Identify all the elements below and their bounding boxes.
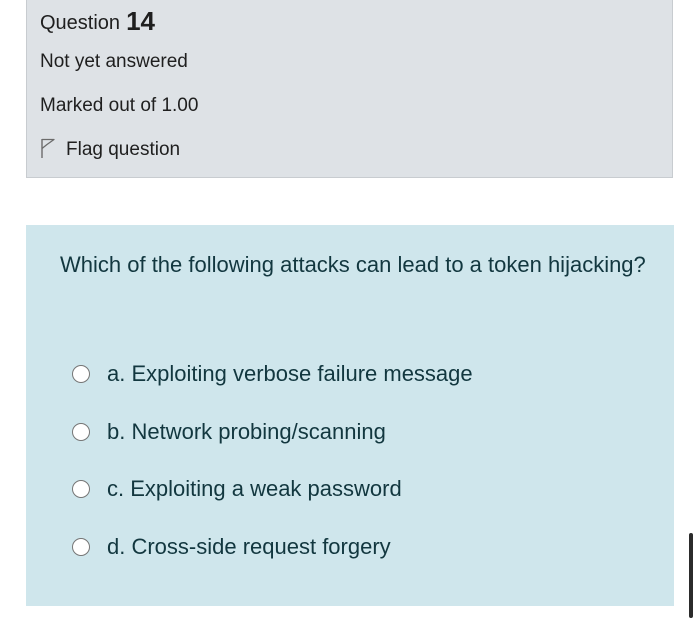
answer-c-label[interactable]: c. Exploiting a weak password — [107, 476, 402, 502]
answer-b-label[interactable]: b. Network probing/scanning — [107, 419, 386, 445]
question-text: Which of the following attacks can lead … — [60, 252, 646, 277]
question-content-panel: Which of the following attacks can lead … — [26, 225, 674, 606]
answer-a-radio[interactable] — [72, 365, 90, 383]
question-info-panel: Question 14 Not yet answered Marked out o… — [26, 0, 673, 178]
question-number: 14 — [126, 6, 155, 36]
flag-icon — [40, 137, 66, 164]
question-grade: Marked out of 1.00 — [40, 95, 199, 116]
answer-list: a. Exploiting verbose failure message b.… — [72, 358, 473, 588]
answer-option-b[interactable]: b. Network probing/scanning — [72, 416, 473, 448]
answer-c-radio[interactable] — [72, 480, 90, 498]
flag-question-link[interactable]: Flag question — [40, 137, 180, 163]
question-number-heading: Question 14 — [40, 5, 155, 36]
flag-question-label: Flag question — [66, 139, 181, 160]
answer-option-d[interactable]: d. Cross-side request forgery — [72, 531, 473, 563]
answer-a-label[interactable]: a. Exploiting verbose failure message — [107, 361, 473, 387]
answer-d-radio[interactable] — [72, 537, 90, 556]
question-label: Question — [40, 12, 121, 34]
answer-option-a[interactable]: a. Exploiting verbose failure message — [72, 358, 473, 390]
answer-d-label[interactable]: d. Cross-side request forgery — [107, 534, 391, 560]
answer-b-radio[interactable] — [72, 422, 90, 441]
answer-option-c[interactable]: c. Exploiting a weak password — [72, 473, 473, 505]
page-scrollbar[interactable] — [689, 533, 693, 618]
question-state: Not yet answered — [40, 51, 188, 72]
